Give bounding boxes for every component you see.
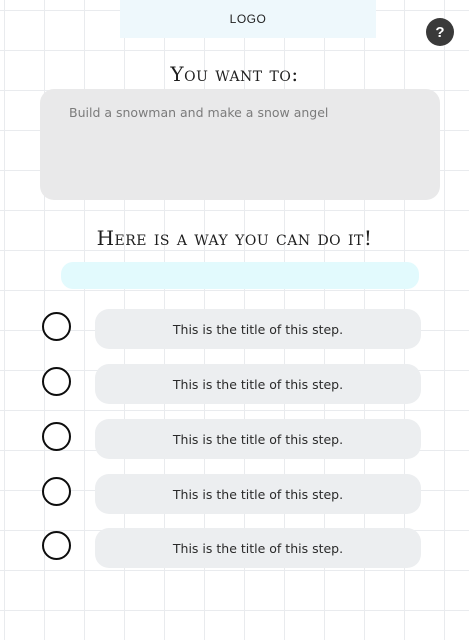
step-title-button[interactable]: This is the title of this step. bbox=[95, 419, 421, 459]
step-row: This is the title of this step. bbox=[0, 419, 469, 459]
plan-heading: Here is a way you can do it! bbox=[96, 226, 373, 250]
step-title-button[interactable]: This is the title of this step. bbox=[95, 309, 421, 349]
step-checkbox[interactable] bbox=[42, 477, 71, 506]
help-button[interactable]: ? bbox=[426, 18, 454, 46]
progress-bar bbox=[61, 262, 419, 289]
goal-text[interactable]: Build a snowman and make a snow angel bbox=[69, 105, 411, 120]
step-checkbox[interactable] bbox=[42, 531, 71, 560]
logo: LOGO bbox=[120, 0, 376, 38]
step-title-button[interactable]: This is the title of this step. bbox=[95, 364, 421, 404]
step-row: This is the title of this step. bbox=[0, 528, 469, 568]
goal-box[interactable]: Build a snowman and make a snow angel bbox=[40, 89, 440, 200]
step-row: This is the title of this step. bbox=[0, 474, 469, 514]
step-checkbox[interactable] bbox=[42, 367, 71, 396]
step-checkbox[interactable] bbox=[42, 312, 71, 341]
step-row: This is the title of this step. bbox=[0, 364, 469, 404]
question-mark-icon: ? bbox=[435, 23, 445, 41]
step-title-button[interactable]: This is the title of this step. bbox=[95, 528, 421, 568]
step-row: This is the title of this step. bbox=[0, 309, 469, 349]
step-title-button[interactable]: This is the title of this step. bbox=[95, 474, 421, 514]
goal-heading: You want to: bbox=[170, 62, 299, 86]
step-checkbox[interactable] bbox=[42, 422, 71, 451]
